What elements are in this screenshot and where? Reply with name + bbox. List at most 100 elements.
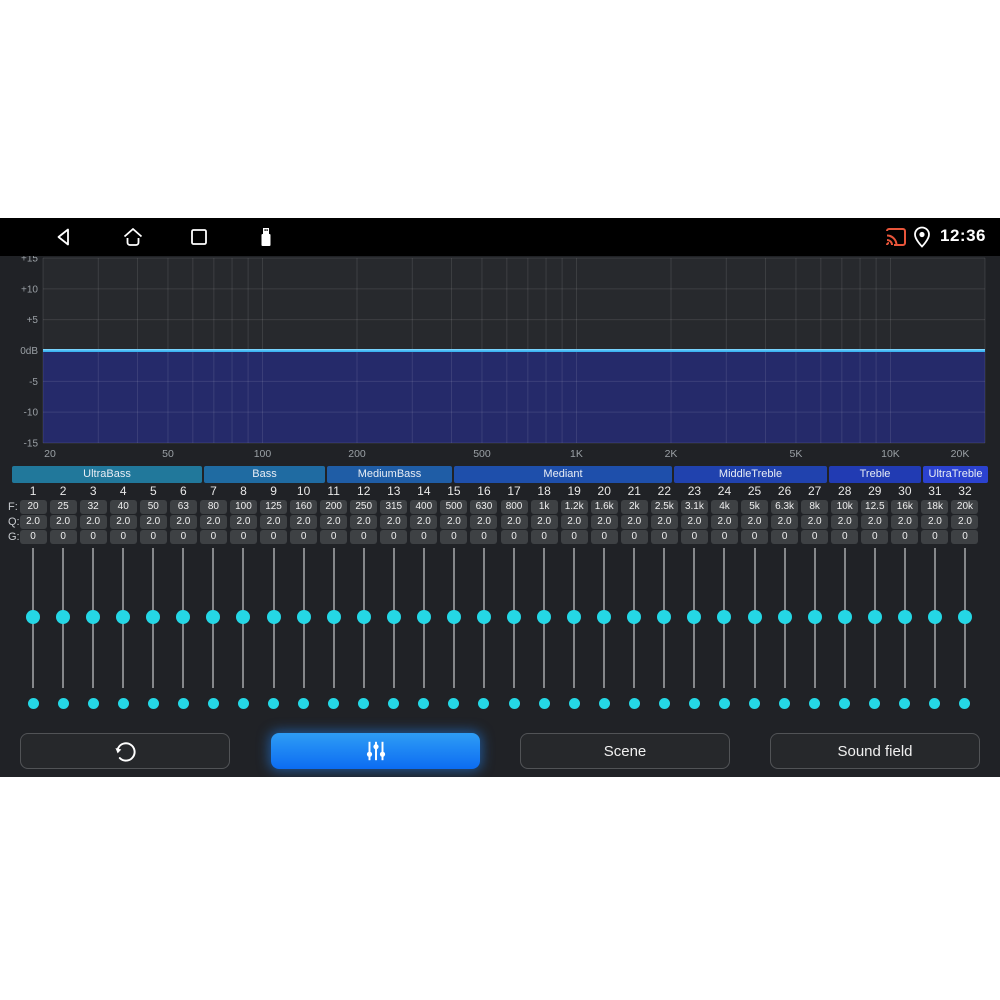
frequency-value[interactable]: 6.3k <box>771 500 799 514</box>
q-value[interactable]: 2.0 <box>560 515 588 529</box>
q-value[interactable]: 2.0 <box>530 515 558 529</box>
gain-value[interactable]: 0 <box>470 530 498 544</box>
frequency-value[interactable]: 20k <box>951 500 979 514</box>
frequency-value[interactable]: 25 <box>49 500 77 514</box>
q-value[interactable]: 2.0 <box>470 515 498 529</box>
q-value[interactable]: 2.0 <box>169 515 197 529</box>
frequency-value[interactable]: 5k <box>741 500 769 514</box>
band-segment-mediumbass[interactable]: MediumBass <box>327 466 452 483</box>
band-segment-middletreble[interactable]: MiddleTreble <box>674 466 827 483</box>
slider-indicator-dot[interactable] <box>237 698 249 709</box>
slider-knob[interactable] <box>717 610 732 624</box>
gain-value[interactable]: 0 <box>350 530 378 544</box>
gain-value[interactable]: 0 <box>320 530 348 544</box>
gain-value[interactable]: 0 <box>680 530 708 544</box>
home-icon[interactable] <box>121 225 145 249</box>
gain-value[interactable]: 0 <box>169 530 197 544</box>
frequency-value[interactable]: 16k <box>891 500 919 514</box>
slider-knob[interactable] <box>807 610 822 624</box>
frequency-value[interactable]: 40 <box>109 500 137 514</box>
gain-value[interactable]: 0 <box>771 530 799 544</box>
q-value[interactable]: 2.0 <box>680 515 708 529</box>
gain-value[interactable]: 0 <box>290 530 318 544</box>
slider-knob[interactable] <box>927 610 942 624</box>
slider-indicator-dot[interactable] <box>27 698 39 709</box>
frequency-value[interactable]: 1k <box>530 500 558 514</box>
slider-knob[interactable] <box>897 610 912 624</box>
slider-indicator-dot[interactable] <box>568 698 580 709</box>
slider-knob[interactable] <box>26 610 41 624</box>
slider-indicator-dot[interactable] <box>779 698 791 709</box>
gain-value[interactable]: 0 <box>410 530 438 544</box>
q-value[interactable]: 2.0 <box>49 515 77 529</box>
slider-knob[interactable] <box>266 610 281 624</box>
slider-indicator-dot[interactable] <box>628 698 640 709</box>
slider-indicator-dot[interactable] <box>388 698 400 709</box>
q-value[interactable]: 2.0 <box>710 515 738 529</box>
frequency-value[interactable]: 630 <box>470 500 498 514</box>
frequency-value[interactable]: 20 <box>19 500 47 514</box>
band-segment-bass[interactable]: Bass <box>204 466 325 483</box>
slider-knob[interactable] <box>296 610 311 624</box>
slider-knob[interactable] <box>326 610 341 624</box>
frequency-value[interactable]: 8k <box>801 500 829 514</box>
gain-value[interactable]: 0 <box>19 530 47 544</box>
slider-indicator-dot[interactable] <box>538 698 550 709</box>
band-segment-mediant[interactable]: Mediant <box>454 466 672 483</box>
frequency-value[interactable]: 2k <box>620 500 648 514</box>
q-value[interactable]: 2.0 <box>801 515 829 529</box>
slider-indicator-dot[interactable] <box>899 698 911 709</box>
slider-indicator-dot[interactable] <box>809 698 821 709</box>
frequency-value[interactable]: 3.1k <box>680 500 708 514</box>
q-value[interactable]: 2.0 <box>109 515 137 529</box>
gain-value[interactable]: 0 <box>500 530 528 544</box>
sound-field-button[interactable]: Sound field <box>770 733 980 769</box>
gain-value[interactable]: 0 <box>831 530 859 544</box>
gain-value[interactable]: 0 <box>79 530 107 544</box>
slider-knob[interactable] <box>597 610 612 624</box>
q-value[interactable]: 2.0 <box>139 515 167 529</box>
q-value[interactable]: 2.0 <box>861 515 889 529</box>
reset-button[interactable] <box>20 733 230 769</box>
q-value[interactable]: 2.0 <box>260 515 288 529</box>
q-value[interactable]: 2.0 <box>290 515 318 529</box>
slider-indicator-dot[interactable] <box>929 698 941 709</box>
frequency-value[interactable]: 63 <box>169 500 197 514</box>
band-segment-ultrabass[interactable]: UltraBass <box>12 466 202 483</box>
gain-value[interactable]: 0 <box>710 530 738 544</box>
gain-value[interactable]: 0 <box>741 530 769 544</box>
slider-knob[interactable] <box>86 610 101 624</box>
slider-knob[interactable] <box>837 610 852 624</box>
slider-indicator-dot[interactable] <box>87 698 99 709</box>
slider-knob[interactable] <box>687 610 702 624</box>
frequency-value[interactable]: 500 <box>440 500 468 514</box>
frequency-value[interactable]: 800 <box>500 500 528 514</box>
slider-knob[interactable] <box>386 610 401 624</box>
frequency-value[interactable]: 1.2k <box>560 500 588 514</box>
slider-indicator-dot[interactable] <box>959 698 971 709</box>
q-value[interactable]: 2.0 <box>620 515 648 529</box>
slider-indicator-dot[interactable] <box>117 698 129 709</box>
slider-knob[interactable] <box>146 610 161 624</box>
frequency-value[interactable]: 2.5k <box>650 500 678 514</box>
q-value[interactable]: 2.0 <box>410 515 438 529</box>
slider-indicator-dot[interactable] <box>177 698 189 709</box>
slider-indicator-dot[interactable] <box>57 698 69 709</box>
slider-indicator-dot[interactable] <box>658 698 670 709</box>
slider-indicator-dot[interactable] <box>147 698 159 709</box>
gain-value[interactable]: 0 <box>139 530 167 544</box>
gain-value[interactable]: 0 <box>620 530 648 544</box>
frequency-value[interactable]: 18k <box>921 500 949 514</box>
q-value[interactable]: 2.0 <box>590 515 618 529</box>
gain-value[interactable]: 0 <box>801 530 829 544</box>
gain-value[interactable]: 0 <box>650 530 678 544</box>
q-value[interactable]: 2.0 <box>891 515 919 529</box>
slider-knob[interactable] <box>747 610 762 624</box>
frequency-value[interactable]: 125 <box>260 500 288 514</box>
q-value[interactable]: 2.0 <box>831 515 859 529</box>
slider-knob[interactable] <box>657 610 672 624</box>
slider-knob[interactable] <box>777 610 792 624</box>
band-segment-ultratreble[interactable]: UltraTreble <box>923 466 988 483</box>
gain-value[interactable]: 0 <box>530 530 558 544</box>
gain-value[interactable]: 0 <box>891 530 919 544</box>
